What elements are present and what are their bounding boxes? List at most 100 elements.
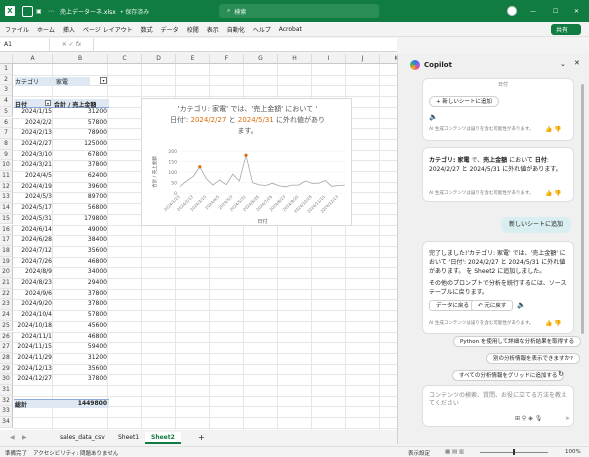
amount-cell[interactable]: 31200 <box>60 108 107 115</box>
add-to-new-sheet-button-1[interactable]: + 新しいシートに追加 <box>429 96 499 107</box>
row-header-15[interactable]: 15 <box>0 213 13 225</box>
amount-cell[interactable]: 57800 <box>60 311 107 318</box>
date-cell[interactable]: 2024/2/13 <box>14 129 52 136</box>
date-cell[interactable]: 2024/3/10 <box>14 151 52 158</box>
prev-sheet-icon[interactable]: ◀ <box>10 434 15 441</box>
row-header-23[interactable]: 23 <box>0 299 13 311</box>
row-header-24[interactable]: 24 <box>0 310 13 321</box>
tab-review[interactable]: 校閲 <box>187 25 199 34</box>
share-button[interactable]: 共有 <box>550 24 581 35</box>
name-box[interactable]: A1 <box>0 38 50 51</box>
column-header-I[interactable]: I <box>312 54 346 64</box>
view-mode-icons[interactable]: ▦ ▤ ▥ <box>445 449 464 455</box>
row-header-10[interactable]: 10 <box>0 160 13 171</box>
amount-cell[interactable]: 31200 <box>60 354 107 361</box>
date-cell[interactable]: 2024/7/12 <box>14 247 52 254</box>
amount-cell[interactable]: 46800 <box>60 333 107 340</box>
date-cell[interactable]: 2024/2/2 <box>14 119 52 126</box>
date-cell[interactable]: 2024/7/26 <box>14 258 52 265</box>
close-pane-icon[interactable]: ✕ <box>574 59 580 67</box>
amount-cell[interactable]: 35600 <box>60 247 107 254</box>
date-cell[interactable]: 2024/3/21 <box>14 161 52 168</box>
feedback-icons[interactable]: 👍 👎 <box>545 126 562 133</box>
row-header-1[interactable]: 1 <box>0 64 13 75</box>
date-cell[interactable]: 2024/8/23 <box>14 279 52 286</box>
filter-value-cell[interactable]: 家電 <box>56 77 68 86</box>
collapse-icon[interactable]: ⌄ <box>560 60 566 68</box>
tab-sheet1[interactable]: Sheet1 <box>118 434 139 441</box>
formula-input[interactable] <box>94 38 397 51</box>
amount-cell[interactable]: 57800 <box>60 119 107 126</box>
input-tool-icons[interactable]: ⊞ ⚲ ◈ 🎙 <box>515 415 542 422</box>
column-header-C[interactable]: C <box>108 54 142 64</box>
file-name[interactable]: 売上データーネ.xlsx <box>60 7 116 16</box>
date-cell[interactable]: 2024/2/27 <box>14 140 52 147</box>
tab-formulas[interactable]: 数式 <box>141 25 153 34</box>
search-box[interactable]: ⌕ 検索 <box>219 4 379 18</box>
suggestion-python[interactable]: Python を使用して詳細な分析結果を取得する <box>453 336 582 347</box>
row-header-25[interactable]: 25 <box>0 320 13 332</box>
amount-cell[interactable]: 35600 <box>60 365 107 372</box>
tab-sales-data-csv[interactable]: sales_data_csv <box>60 434 105 441</box>
zoom-level[interactable]: 100% <box>565 449 581 455</box>
date-filter-icon[interactable]: ▾ <box>45 100 51 106</box>
row-header-30[interactable]: 30 <box>0 374 13 385</box>
tab-view[interactable]: 表示 <box>207 25 219 34</box>
back-to-data-button[interactable]: データに戻る <box>429 300 477 311</box>
suggestion-other-insight[interactable]: 別の分析情報を表示できますか? <box>486 353 580 364</box>
date-cell[interactable]: 2024/12/13 <box>14 365 52 372</box>
send-icon[interactable]: ➤ <box>565 415 570 422</box>
next-sheet-icon[interactable]: ▶ <box>22 434 27 441</box>
row-header-6[interactable]: 6 <box>0 117 13 129</box>
speaker-icon[interactable]: 🔈 <box>429 113 438 121</box>
row-header-11[interactable]: 11 <box>0 171 13 182</box>
row-header-16[interactable]: 16 <box>0 224 13 236</box>
amount-cell[interactable]: 179800 <box>60 215 107 222</box>
row-header-19[interactable]: 19 <box>0 256 13 268</box>
row-header-27[interactable]: 27 <box>0 342 13 353</box>
total-value[interactable]: 1449800 <box>60 400 107 407</box>
zoom-thumb[interactable] <box>513 449 515 455</box>
row-header-8[interactable]: 8 <box>0 138 13 150</box>
column-header-D[interactable]: D <box>142 54 176 64</box>
outlier-point[interactable] <box>244 153 248 157</box>
date-cell[interactable]: 2024/6/14 <box>14 226 52 233</box>
date-cell[interactable]: 2024/4/19 <box>14 183 52 190</box>
filter-dropdown-icon[interactable]: ▾ <box>100 77 107 84</box>
date-cell[interactable]: 2024/12/27 <box>14 375 52 382</box>
tab-data[interactable]: データ <box>161 25 179 34</box>
date-cell[interactable]: 2024/11/15 <box>14 343 52 350</box>
row-header-31[interactable]: 31 <box>0 385 13 396</box>
amount-cell[interactable]: 59400 <box>60 343 107 350</box>
tab-home[interactable]: ホーム <box>37 25 55 34</box>
amount-cell[interactable]: 45600 <box>60 322 107 329</box>
column-header-A[interactable]: A <box>13 54 53 64</box>
filter-label-cell[interactable]: カテゴリ <box>15 77 90 86</box>
amount-cell[interactable]: 37800 <box>60 161 107 168</box>
tab-insert[interactable]: 挿入 <box>63 25 75 34</box>
date-cell[interactable]: 2024/5/31 <box>14 215 52 222</box>
tab-acrobat[interactable]: Acrobat <box>279 26 302 33</box>
date-cell[interactable]: 2024/6/28 <box>14 236 52 243</box>
spreadsheet-grid[interactable]: ABCDEFGHIJK 1 2 3 4 5 6 7 8 9 10 11 12 13 14 15 16 17 18 1… <box>0 54 397 430</box>
chat-input[interactable]: コンテンツの検索、質問、お役に立てる方法を教えてください ⊞ ⚲ ◈ 🎙 ➤ <box>422 385 574 427</box>
date-cell[interactable]: 2024/11/29 <box>14 354 52 361</box>
more-icon[interactable]: ⋯ <box>48 5 54 17</box>
suggestion-add-all[interactable]: すべての分析情報をグリッドに追加する <box>452 370 565 381</box>
row-header-3[interactable]: 3 <box>0 85 13 97</box>
row-header-32[interactable]: 32 <box>0 395 13 407</box>
amount-cell[interactable]: 37800 <box>60 290 107 297</box>
minimize-icon[interactable]: — <box>530 5 536 17</box>
row-header-7[interactable]: 7 <box>0 128 13 139</box>
amount-cell[interactable]: 46800 <box>60 258 107 265</box>
date-cell[interactable]: 2024/4/5 <box>14 172 52 179</box>
tab-file[interactable]: ファイル <box>5 25 29 34</box>
row-header-13[interactable]: 13 <box>0 192 13 204</box>
select-all-corner[interactable] <box>0 54 13 64</box>
total-label[interactable]: 総計 <box>15 400 27 409</box>
row-header-2[interactable]: 2 <box>0 74 13 86</box>
display-settings[interactable]: 表示設定 <box>408 449 430 457</box>
column-header-F[interactable]: F <box>210 54 244 64</box>
accessibility-status[interactable]: アクセシビリティ: 問題ありません <box>33 449 118 457</box>
date-cell[interactable]: 2024/10/4 <box>14 311 52 318</box>
